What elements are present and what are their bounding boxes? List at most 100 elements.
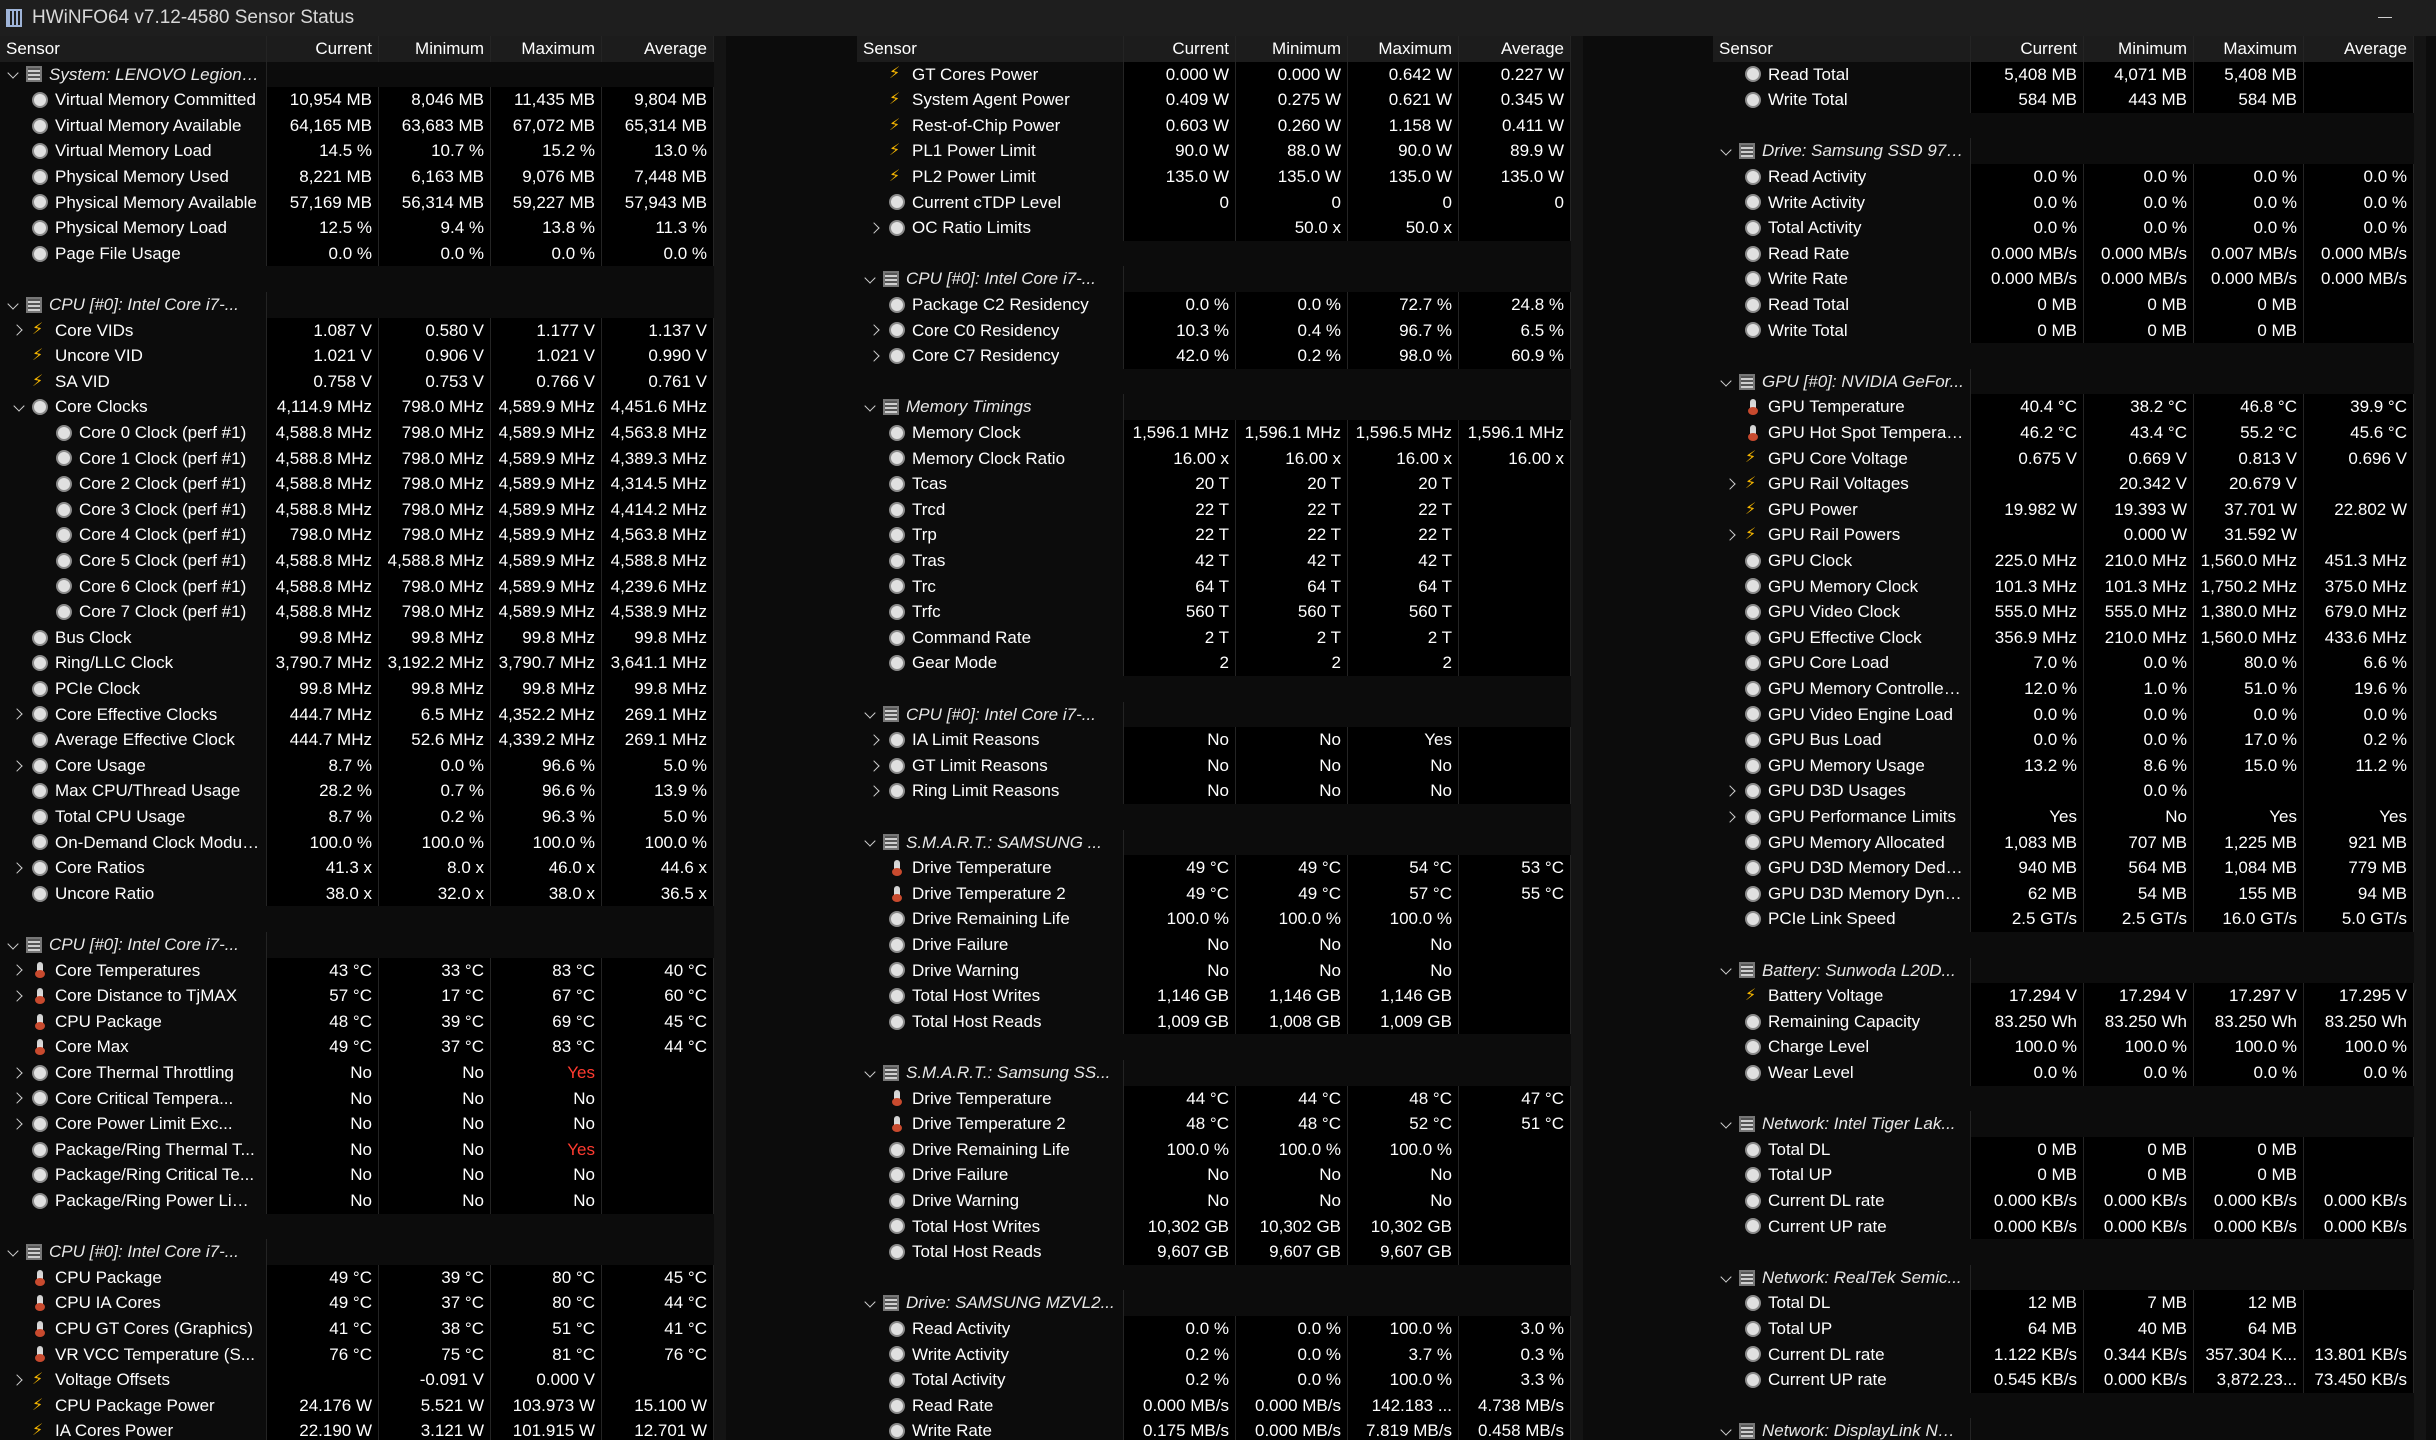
column-header-maximum[interactable]: Maximum	[491, 36, 602, 62]
sensor-group-header[interactable]: S.M.A.R.T.: Samsung SS...	[857, 1060, 1571, 1086]
chevron-down-icon[interactable]	[1719, 375, 1733, 389]
column-header-current[interactable]: Current	[267, 36, 379, 62]
sensor-row[interactable]: GPU Hot Spot Temperature 46.2 °C 43.4 °C 55…	[1713, 420, 2414, 446]
sensor-row[interactable]: Core 1 Clock (perf #1) 4,588.8 MHz 798.0 M…	[0, 445, 714, 472]
sensor-row[interactable]: GPU Video Engine Load 0.0 % 0.0 % 0.0 % 0.0 …	[1713, 701, 2414, 728]
sensor-row[interactable]: Core 7 Clock (perf #1) 4,588.8 MHz 798.0 M…	[0, 599, 714, 625]
column-header-minimum[interactable]: Minimum	[1236, 36, 1348, 62]
chevron-down-icon[interactable]	[6, 67, 20, 81]
sensor-row[interactable]: Total Activity 0.0 % 0.0 % 0.0 % 0.0 %	[1713, 215, 2414, 241]
chevron-down-icon[interactable]	[6, 298, 20, 312]
sensor-row[interactable]: Uncore VID1.021 V0.906 V1.021 V0.990 V	[0, 343, 714, 369]
sensor-row[interactable]: Total Host Writes 10,302 GB 10,302 GB 10,30…	[857, 1213, 1571, 1240]
sensor-row[interactable]: System Agent Power 0.409 W0.275 W0.621 W0…	[857, 87, 1571, 113]
sensor-row[interactable]: Read Activity 0.0 % 0.0 % 100.0 % 3.0 %	[857, 1316, 1571, 1342]
sensor-row[interactable]: GPU D3D Memory Dynamic 62 MB 54 MB 155 MB 94…	[1713, 880, 2414, 907]
sensor-row[interactable]: Write Total 0 MB 0 MB 0 MB	[1713, 317, 2414, 344]
sensor-row[interactable]: Core 0 Clock (perf #1) 4,588.8 MHz 798.0 M…	[0, 420, 714, 446]
sensor-row[interactable]: PCIe Clock 99.8 MHz 99.8 MHz 99.8 MHz 99.8 M…	[0, 676, 714, 702]
sensor-row[interactable]: Drive Remaining Life 100.0 % 100.0 % 100.0 …	[857, 1136, 1571, 1163]
sensor-row[interactable]: Total Host Reads 1,009 GB 1,008 GB 1,009 GB	[857, 1008, 1571, 1035]
sensor-group-header[interactable]: CPU [#0]: Intel Core i7-...	[857, 266, 1571, 292]
sensor-row[interactable]: Core Power Limit Exc... No No No	[0, 1111, 714, 1137]
sensor-row[interactable]: GPU Effective Clock 356.9 MHz 210.0 MHz 1,5…	[1713, 624, 2414, 651]
sensor-group-header[interactable]: CPU [#0]: Intel Core i7-...	[0, 932, 714, 958]
sensor-group-header[interactable]: Battery: Sunwoda L20D...	[1713, 957, 2414, 984]
sensor-group-header[interactable]: Network: DisplayLink Net...	[1713, 1418, 2414, 1440]
sensor-row[interactable]: Core Distance to TjMAX 57 °C 17 °C 67 °C 60 …	[0, 983, 714, 1009]
minimize-button[interactable]	[2378, 17, 2392, 18]
sensor-row[interactable]: Current DL rate 0.000 KB/s 0.000 KB/s 0.000…	[1713, 1188, 2414, 1214]
chevron-right-icon[interactable]	[12, 1066, 26, 1080]
sensor-row[interactable]: CPU Package 48 °C 39 °C 69 °C 45 °C	[0, 1008, 714, 1035]
sensor-row[interactable]: Read Activity 0.0 % 0.0 % 0.0 % 0.0 %	[1713, 164, 2414, 190]
sensor-row[interactable]: Total Activity 0.2 % 0.0 % 100.0 % 3.3 %	[857, 1367, 1571, 1393]
chevron-down-icon[interactable]	[6, 1245, 20, 1259]
sensor-row[interactable]: Core 2 Clock (perf #1) 4,588.8 MHz 798.0 M…	[0, 471, 714, 497]
sensor-row[interactable]: Bus Clock 99.8 MHz 99.8 MHz 99.8 MHz 99.8 MH…	[0, 624, 714, 651]
sensor-row[interactable]: Ring Limit Reasons No No No	[857, 778, 1571, 804]
sensor-row[interactable]: Core C7 Residency 42.0 % 0.2 % 98.0 % 60.9 %	[857, 343, 1571, 369]
sensor-row[interactable]: Voltage Offsets -0.091 V0.000 V	[0, 1367, 714, 1393]
sensor-row[interactable]: Drive Temperature 2 49 °C 49 °C 57 °C 55 °C	[857, 880, 1571, 907]
sensor-row[interactable]: GPU Core Load 7.0 % 0.0 % 80.0 % 6.6 %	[1713, 650, 2414, 676]
sensor-row[interactable]: Current UP rate 0.545 KB/s 0.000 KB/s 3,872…	[1713, 1367, 2414, 1393]
sensor-row[interactable]: GPU Memory Controller L... 12.0 % 1.0 % 51.…	[1713, 676, 2414, 702]
sensor-row[interactable]: GPU Memory Allocated 1,083 MB 707 MB 1,225 …	[1713, 829, 2414, 856]
sensor-row[interactable]: Core VIDs 1.087 V0.580 V1.177 V1.137 V	[0, 317, 714, 344]
chevron-down-icon[interactable]	[6, 938, 20, 952]
sensor-row[interactable]: Drive Failure No No No	[857, 932, 1571, 958]
sensor-row[interactable]: Core 5 Clock (perf #1) 4,588.8 MHz 4,588.8…	[0, 548, 714, 574]
sensor-row[interactable]: GPU Clock 225.0 MHz 210.0 MHz 1,560.0 MHz 45…	[1713, 548, 2414, 574]
sensor-row[interactable]: GPU Bus Load 0.0 % 0.0 % 17.0 % 0.2 %	[1713, 727, 2414, 753]
chevron-down-icon[interactable]	[863, 272, 877, 286]
sensor-row[interactable]: Core Max 49 °C 37 °C 83 °C 44 °C	[0, 1034, 714, 1060]
chevron-down-icon[interactable]	[12, 400, 26, 414]
chevron-down-icon[interactable]	[863, 707, 877, 721]
column-header-minimum[interactable]: Minimum	[379, 36, 491, 62]
sensor-row[interactable]: Ring/LLC Clock 3,790.7 MHz 3,192.2 MHz 3,79…	[0, 650, 714, 676]
sensor-row[interactable]: Trc 64 T 64 T 64 T	[857, 573, 1571, 600]
sensor-row[interactable]: Core C0 Residency 10.3 % 0.4 % 96.7 % 6.5 %	[857, 317, 1571, 344]
sensor-row[interactable]: IA Limit Reasons No No Yes	[857, 727, 1571, 753]
sensor-row[interactable]: GT Limit Reasons No No No	[857, 752, 1571, 779]
sensor-row[interactable]: Drive Temperature 2 48 °C 48 °C 52 °C 51 °C	[857, 1111, 1571, 1137]
sensor-group-header[interactable]: Memory Timings	[857, 394, 1571, 420]
sensor-group-header[interactable]: CPU [#0]: Intel Core i7-...	[857, 701, 1571, 728]
sensor-row[interactable]: Drive Warning No No No	[857, 1188, 1571, 1214]
sensor-row[interactable]: GPU Performance Limits Yes No Yes Yes	[1713, 804, 2414, 830]
chevron-right-icon[interactable]	[1725, 477, 1739, 491]
sensor-group-header[interactable]: Network: Intel Tiger Lak...	[1713, 1111, 2414, 1137]
panel-scrollbar[interactable]	[2414, 36, 2426, 1440]
chevron-right-icon[interactable]	[12, 1117, 26, 1131]
sensor-row[interactable]: Virtual Memory Committed 10,954 MB 8,046 M…	[0, 87, 714, 113]
sensor-row[interactable]: Average Effective Clock 444.7 MHz 52.6 MHz…	[0, 727, 714, 753]
sensor-row[interactable]: CPU Package 49 °C 39 °C 80 °C 45 °C	[0, 1264, 714, 1291]
sensor-group-header[interactable]: CPU [#0]: Intel Core i7-...	[0, 292, 714, 318]
sensor-row[interactable]: Trfc 560 T 560 T 560 T	[857, 599, 1571, 625]
sensor-row[interactable]: Core Ratios 41.3 x 8.0 x 46.0 x 44.6 x	[0, 855, 714, 881]
sensor-row[interactable]: Virtual Memory Available 64,165 MB 63,683 …	[0, 112, 714, 139]
sensor-group-header[interactable]: Drive: SAMSUNG MZVL2...	[857, 1290, 1571, 1316]
chevron-down-icon[interactable]	[1719, 1424, 1733, 1438]
column-header-minimum[interactable]: Minimum	[2084, 36, 2194, 62]
sensor-row[interactable]: VR VCC Temperature (S... 76 °C 75 °C 81 °C 7…	[0, 1341, 714, 1368]
panel-scrollbar[interactable]	[1571, 36, 1583, 1440]
sensor-row[interactable]: Current cTDP Level 0 0 0 0	[857, 189, 1571, 216]
sensor-row[interactable]: CPU IA Cores 49 °C 37 °C 80 °C 44 °C	[0, 1290, 714, 1316]
sensor-row[interactable]: SA VID 0.758 V0.753 V0.766 V0.761 V	[0, 368, 714, 395]
sensor-row[interactable]: Write Rate 0.000 MB/s 0.000 MB/s 0.000 MB/s…	[1713, 266, 2414, 292]
column-header-average[interactable]: Average	[602, 36, 714, 62]
sensor-row[interactable]: Trp 22 T 22 T 22 T	[857, 522, 1571, 548]
chevron-down-icon[interactable]	[863, 835, 877, 849]
chevron-down-icon[interactable]	[863, 400, 877, 414]
sensor-row[interactable]: Write Rate 0.175 MB/s 0.000 MB/s 7.819 MB/s…	[857, 1418, 1571, 1440]
sensor-row[interactable]: Physical Memory Available 57,169 MB 56,314…	[0, 189, 714, 216]
column-header-average[interactable]: Average	[2304, 36, 2414, 62]
sensor-row[interactable]: Remaining Capacity 83.250 Wh 83.250 Wh 83.2…	[1713, 1008, 2414, 1035]
sensor-row[interactable]: Package C2 Residency 0.0 % 0.0 % 72.7 % 24.8…	[857, 292, 1571, 318]
sensor-row[interactable]: Total CPU Usage 8.7 % 0.2 % 96.3 % 5.0 %	[0, 804, 714, 830]
panel-scrollbar[interactable]	[714, 36, 726, 1440]
sensor-row[interactable]: Write Activity 0.0 % 0.0 % 0.0 % 0.0 %	[1713, 189, 2414, 216]
sensor-row[interactable]: GPU D3D Usages 0.0 %	[1713, 778, 2414, 804]
